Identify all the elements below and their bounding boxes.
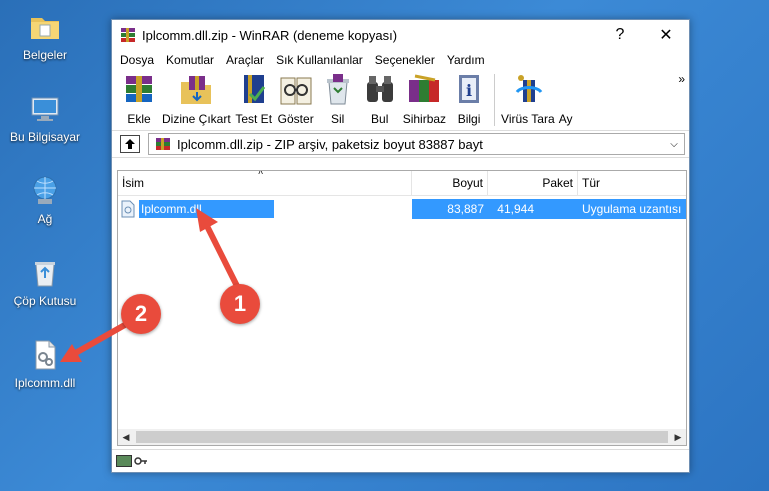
desktop-icon-recycle-bin[interactable]: Çöp Kutusu	[5, 256, 85, 308]
add-archive-icon	[120, 72, 158, 108]
info-icon: i	[450, 72, 488, 108]
file-size: 83,887	[412, 199, 488, 219]
delete-button[interactable]: Sil	[317, 72, 359, 126]
column-name[interactable]: İsim ˄	[118, 171, 412, 195]
info-button[interactable]: i Bilgi	[448, 72, 490, 126]
path-text: Iplcomm.dll.zip - ZIP arşiv, paketsiz bo…	[177, 136, 483, 152]
column-size[interactable]: Boyut	[412, 171, 488, 195]
extract-to-button[interactable]: Dizine Çıkart	[160, 72, 233, 126]
up-folder-button[interactable]	[120, 135, 140, 153]
dll-file-icon	[120, 200, 136, 218]
desktop-icon-network[interactable]: Ağ	[5, 174, 85, 226]
virus-scan-icon	[509, 72, 547, 108]
file-type: Uygulama uzantısı	[578, 199, 686, 219]
file-list-header: İsim ˄ Boyut Paket Tür	[118, 171, 686, 196]
scroll-right-icon[interactable]: ▶	[670, 432, 686, 443]
annotation-marker-1: 1	[220, 284, 260, 324]
wizard-button[interactable]: Sihirbaz	[401, 72, 448, 126]
column-type[interactable]: Tür	[578, 171, 686, 195]
network-icon	[28, 174, 62, 208]
desktop-icon-documents[interactable]: Belgeler	[5, 10, 85, 62]
file-packed: 41,944	[488, 199, 578, 219]
menu-options[interactable]: Seçenekler	[369, 53, 441, 67]
more-tool-button[interactable]: Ay	[557, 72, 575, 126]
key-icon	[134, 456, 148, 466]
menu-file[interactable]: Dosya	[114, 53, 160, 67]
column-packed[interactable]: Paket	[488, 171, 578, 195]
desktop-icon-label: Bu Bilgisayar	[9, 130, 81, 144]
find-button[interactable]: Bul	[359, 72, 401, 126]
test-icon	[235, 72, 273, 108]
dll-file-icon	[28, 338, 62, 372]
toolbar: Ekle Dizine Çıkart Test Et Göster Sil Bu…	[112, 70, 689, 131]
menu-help[interactable]: Yardım	[441, 53, 491, 67]
annotation-marker-2: 2	[121, 294, 161, 334]
help-button[interactable]: ?	[597, 20, 643, 50]
add-button[interactable]: Ekle	[118, 72, 160, 126]
desktop-icon-label: Ağ	[37, 212, 53, 226]
toolbar-overflow-button[interactable]: »	[678, 72, 685, 86]
desktop-icon-label: Iplcomm.dll	[14, 376, 76, 390]
virus-scan-button[interactable]: Virüs Tara	[499, 72, 557, 126]
delete-icon	[319, 72, 357, 108]
window-title: Iplcomm.dll.zip - WinRAR (deneme kopyası…	[142, 27, 398, 43]
computer-icon	[28, 92, 62, 126]
winrar-app-icon	[120, 27, 136, 43]
toolbar-separator	[494, 74, 496, 126]
svg-text:i: i	[466, 81, 472, 100]
close-button[interactable]: ✕	[643, 20, 689, 50]
title-bar[interactable]: Iplcomm.dll.zip - WinRAR (deneme kopyası…	[112, 20, 689, 50]
recycle-bin-icon	[28, 256, 62, 290]
file-list: İsim ˄ Boyut Paket Tür Iplcomm.dll 83,88…	[117, 170, 687, 446]
file-name: Iplcomm.dll	[139, 200, 274, 218]
wizard-icon	[405, 72, 443, 108]
menu-favorites[interactable]: Sık Kullanılanlar	[270, 53, 369, 67]
menu-tools[interactable]: Araçlar	[220, 53, 270, 67]
scroll-left-icon[interactable]: ◀	[118, 432, 134, 443]
view-button[interactable]: Göster	[275, 72, 317, 126]
test-button[interactable]: Test Et	[233, 72, 275, 126]
find-icon	[361, 72, 399, 108]
drive-icon	[116, 455, 132, 467]
extract-to-icon	[177, 72, 215, 108]
horizontal-scrollbar[interactable]: ◀ ▶	[118, 429, 686, 445]
desktop-icon-label: Belgeler	[22, 48, 68, 62]
up-arrow-icon	[125, 139, 135, 149]
chevron-down-icon: ⌵	[670, 138, 678, 150]
path-dropdown[interactable]: Iplcomm.dll.zip - ZIP arşiv, paketsiz bo…	[148, 133, 685, 155]
view-icon	[277, 72, 315, 108]
sort-ascending-icon: ˄	[258, 170, 264, 177]
desktop-icon-dll-file[interactable]: Iplcomm.dll	[5, 338, 85, 390]
archive-icon	[155, 137, 171, 151]
menu-bar: Dosya Komutlar Araçlar Sık Kullanılanlar…	[112, 50, 689, 70]
winrar-window: Iplcomm.dll.zip - WinRAR (deneme kopyası…	[111, 19, 690, 473]
scroll-thumb[interactable]	[136, 431, 668, 443]
status-bar	[112, 449, 689, 472]
menu-commands[interactable]: Komutlar	[160, 53, 220, 67]
desktop-icon-label: Çöp Kutusu	[13, 294, 77, 308]
more-tool-icon	[559, 72, 573, 108]
address-bar: Iplcomm.dll.zip - ZIP arşiv, paketsiz bo…	[112, 131, 689, 158]
desktop-icon-this-pc[interactable]: Bu Bilgisayar	[5, 92, 85, 144]
file-row[interactable]: Iplcomm.dll 83,887 41,944 Uygulama uzant…	[118, 199, 686, 219]
folder-documents-icon	[28, 10, 62, 44]
